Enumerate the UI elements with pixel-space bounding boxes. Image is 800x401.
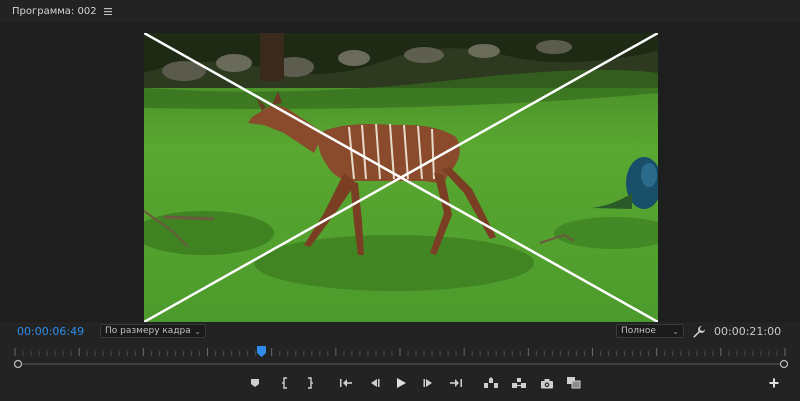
scrollbar-handle-left[interactable] bbox=[14, 359, 23, 369]
scrollbar-handle-right[interactable] bbox=[779, 359, 788, 369]
mark-out-button[interactable] bbox=[302, 374, 318, 392]
extract-button[interactable] bbox=[511, 374, 527, 392]
step-forward-button[interactable] bbox=[421, 374, 437, 392]
step-back-icon bbox=[371, 379, 380, 387]
mark-in-icon bbox=[282, 377, 287, 389]
step-forward-icon bbox=[423, 379, 432, 387]
lift-button[interactable] bbox=[483, 374, 499, 392]
quality-select[interactable]: Полное ⌄ bbox=[616, 324, 684, 338]
mark-out-icon bbox=[308, 377, 313, 389]
quality-select-value: Полное bbox=[621, 326, 656, 336]
marker-icon bbox=[251, 379, 259, 387]
go-to-out-button[interactable] bbox=[448, 374, 464, 392]
go-to-out-icon bbox=[450, 379, 462, 387]
time-ruler[interactable] bbox=[14, 348, 786, 356]
fit-select-value: По размеру кадра bbox=[105, 326, 191, 336]
go-to-in-icon bbox=[340, 379, 352, 387]
step-back-button[interactable] bbox=[366, 374, 382, 392]
play-icon bbox=[397, 378, 406, 388]
extract-icon bbox=[512, 378, 526, 388]
fit-select[interactable]: По размеру кадра ⌄ bbox=[100, 324, 206, 338]
play-button[interactable] bbox=[393, 374, 409, 392]
camera-icon bbox=[541, 378, 553, 388]
program-viewer[interactable] bbox=[0, 22, 800, 322]
plus-icon bbox=[769, 378, 779, 388]
chevron-down-icon: ⌄ bbox=[194, 326, 201, 336]
panel-header: Программа: 002 bbox=[0, 0, 800, 22]
duration-timecode: 00:00:21:00 bbox=[714, 325, 782, 338]
zoom-scrollbar[interactable] bbox=[14, 359, 788, 369]
go-to-in-button[interactable] bbox=[338, 374, 354, 392]
panel-title[interactable]: Программа: 002 bbox=[12, 6, 97, 17]
transport-controls bbox=[0, 374, 800, 394]
compare-icon bbox=[567, 377, 581, 389]
add-marker-button[interactable] bbox=[247, 374, 263, 392]
wrench-icon[interactable] bbox=[692, 324, 706, 338]
chevron-down-icon: ⌄ bbox=[672, 326, 679, 336]
video-frame[interactable] bbox=[144, 33, 658, 322]
lift-icon bbox=[484, 377, 498, 388]
button-editor-button[interactable] bbox=[766, 374, 782, 392]
video-frame-image bbox=[144, 33, 658, 322]
current-timecode[interactable]: 00:00:06:49 bbox=[17, 325, 84, 338]
playhead[interactable] bbox=[256, 346, 266, 358]
hamburger-icon[interactable] bbox=[103, 6, 113, 16]
export-frame-button[interactable] bbox=[539, 374, 555, 392]
compare-button[interactable] bbox=[566, 374, 582, 392]
mark-in-button[interactable] bbox=[277, 374, 293, 392]
